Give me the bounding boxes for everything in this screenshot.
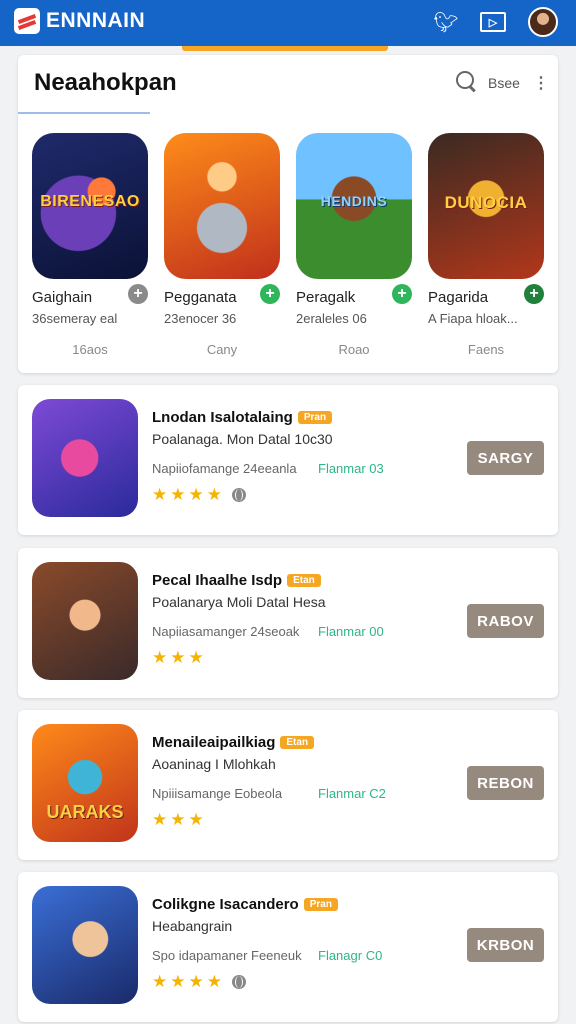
- add-icon[interactable]: +: [524, 284, 544, 304]
- list-item-title: Lnodan Isalotalaing: [152, 409, 293, 426]
- game-subtitle: 2eraleles 06: [296, 311, 367, 326]
- game-icon[interactable]: [32, 562, 138, 680]
- game-subtitle: A Fiapa hloak...: [428, 311, 518, 326]
- game-icon[interactable]: [32, 886, 138, 1004]
- list-item-tag: Flanmar 00: [318, 624, 384, 639]
- list-item[interactable]: Colikgne Isacandero Pran Heabangrain Spo …: [18, 872, 558, 1022]
- featured-game-card[interactable]: HENDINS Peragalk + 2eraleles 06 Roao: [296, 133, 416, 357]
- game-thumbnail[interactable]: [164, 133, 280, 279]
- list-item-subtitle: Poalanaga. Mon Datal 10c30: [152, 431, 333, 447]
- featured-section: Neaahokpan Bsee ⋮ BIRENESAO Gaighain + 3…: [18, 55, 558, 373]
- list-item[interactable]: UARAKS Menaileaipailkiag Etan Aoaninag I …: [18, 710, 558, 860]
- list-item-title-row: Pecal Ihaalhe Isdp Etan: [152, 572, 321, 589]
- list-item-title: Colikgne Isacandero: [152, 896, 299, 913]
- sort-label[interactable]: Bsee: [488, 75, 520, 91]
- list-item-meta: Napiiasamanger 24seoak: [152, 624, 300, 639]
- action-button[interactable]: REBON: [467, 766, 544, 800]
- search-icon[interactable]: [456, 71, 478, 93]
- list-item-title-row: Colikgne Isacandero Pran: [152, 896, 338, 913]
- list-item-title: Menaileaipailkiag: [152, 734, 276, 751]
- list-item-meta: Npiiisamange Eobeola: [152, 786, 283, 801]
- game-footer: Cany: [206, 342, 238, 357]
- featured-game-card[interactable]: Pegganata + 23enocer 36 Cany: [164, 133, 284, 357]
- action-button[interactable]: KRBON: [467, 928, 544, 962]
- list-item-meta: Spo idapamaner Feeneuk: [152, 948, 302, 963]
- bird-icon[interactable]: 🐦︎: [432, 8, 460, 36]
- add-icon[interactable]: +: [392, 284, 412, 304]
- list-item[interactable]: Pecal Ihaalhe Isdp Etan Poalanarya Moli D…: [18, 548, 558, 698]
- game-icon[interactable]: UARAKS: [32, 724, 138, 842]
- list-item-tag: Flanmar 03: [318, 461, 384, 476]
- list-item-subtitle: Poalanarya Moli Datal Hesa: [152, 594, 326, 610]
- game-thumbnail[interactable]: HENDINS: [296, 133, 412, 279]
- badge: Pran: [297, 411, 333, 424]
- globe-icon: [232, 488, 246, 502]
- star-rating: ★★★: [152, 648, 207, 667]
- game-name: Gaighain: [32, 289, 93, 306]
- list-item-tag: Flanagr C0: [318, 948, 383, 963]
- section-title: Neaahokpan: [34, 69, 177, 96]
- game-name: Peragalk: [296, 289, 356, 306]
- list-item-tag: Flanmar C2: [318, 786, 386, 801]
- more-vert-icon[interactable]: ⋮: [533, 73, 549, 93]
- add-icon[interactable]: +: [128, 284, 148, 304]
- list-item[interactable]: Lnodan Isalotalaing Pran Poalanaga. Mon D…: [18, 385, 558, 535]
- list-item-title-row: Lnodan Isalotalaing Pran: [152, 409, 333, 426]
- thumbnail-logo: HENDINS: [320, 193, 388, 209]
- brand-logo-icon: [14, 8, 40, 34]
- badge: Pran: [303, 898, 338, 911]
- game-subtitle: 36semeray eal: [32, 311, 118, 326]
- game-subtitle: 23enocer 36: [164, 311, 237, 326]
- featured-game-card[interactable]: DUNOCIA Pagarida + A Fiapa hloak... Faen…: [428, 133, 548, 357]
- active-tab-indicator: [182, 46, 388, 51]
- action-button[interactable]: SARGY: [467, 441, 544, 475]
- game-name: Pagarida: [428, 289, 489, 306]
- brand-name: ENNNAIN: [46, 9, 146, 32]
- tv-icon[interactable]: ▷: [479, 8, 507, 36]
- add-icon[interactable]: +: [260, 284, 280, 304]
- badge: Etan: [280, 736, 315, 749]
- game-thumbnail[interactable]: BIRENESAO: [32, 133, 148, 279]
- list-item-title-row: Menaileaipailkiag Etan: [152, 734, 315, 751]
- thumbnail-logo: DUNOCIA: [444, 193, 528, 212]
- title-underline: [18, 112, 150, 114]
- list-item-title: Pecal Ihaalhe Isdp: [152, 572, 283, 589]
- badge: Etan: [287, 574, 321, 587]
- game-footer: 16aos: [72, 342, 108, 357]
- brand[interactable]: ENNNAIN: [14, 8, 145, 34]
- featured-game-card[interactable]: BIRENESAO Gaighain + 36semeray eal 16aos: [32, 133, 152, 357]
- list-item-meta: Napiiofamange 24eeanla: [152, 461, 297, 476]
- thumbnail-logo: BIRENESAO: [40, 193, 140, 210]
- list-item-subtitle: Heabangrain: [152, 918, 233, 934]
- globe-icon: [232, 975, 246, 989]
- top-app-bar: ENNNAIN 🐦︎ ▷: [0, 0, 576, 46]
- list-item-subtitle: Aoaninag I Mlohkah: [152, 756, 276, 772]
- star-rating: ★★★★: [152, 972, 225, 991]
- game-footer: Faens: [467, 342, 505, 357]
- game-thumbnail[interactable]: DUNOCIA: [428, 133, 544, 279]
- thumbnail-logo: UARAKS: [46, 802, 124, 822]
- star-rating: ★★★: [152, 810, 207, 829]
- action-button[interactable]: RABOV: [467, 604, 544, 638]
- game-icon[interactable]: [32, 399, 138, 517]
- game-name: Pegganata: [164, 289, 237, 306]
- game-footer: Roao: [338, 342, 370, 357]
- avatar[interactable]: [528, 7, 558, 37]
- star-rating: ★★★★: [152, 485, 225, 504]
